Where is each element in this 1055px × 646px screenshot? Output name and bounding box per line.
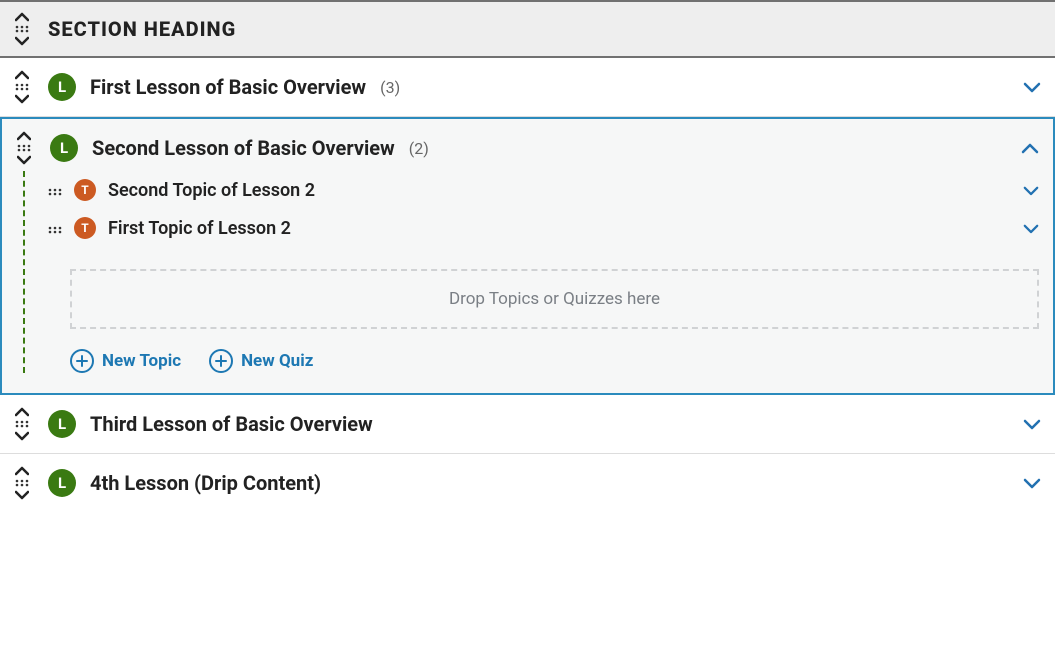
- drag-handle-icon[interactable]: [15, 479, 29, 487]
- lesson-row[interactable]: L 4th Lesson (Drip Content): [0, 454, 1055, 512]
- drag-handle-icon[interactable]: [15, 83, 29, 91]
- move-up-icon[interactable]: [15, 407, 29, 417]
- drag-handle-icon[interactable]: [48, 181, 62, 200]
- section-heading-row: SECTION HEADING: [0, 0, 1055, 58]
- lesson-row[interactable]: L First Lesson of Basic Overview (3): [0, 58, 1055, 117]
- reorder-controls: [12, 12, 32, 46]
- reorder-controls: [14, 131, 34, 165]
- topic-title: First Topic of Lesson 2: [108, 218, 1011, 239]
- lesson-count: (3): [380, 78, 400, 97]
- move-down-icon[interactable]: [15, 36, 29, 46]
- drag-handle-icon[interactable]: [48, 219, 62, 238]
- topic-title: Second Topic of Lesson 2: [108, 180, 1011, 201]
- lesson-badge-icon: L: [48, 73, 76, 101]
- dropzone[interactable]: Drop Topics or Quizzes here: [70, 269, 1039, 329]
- tree-spine: [14, 171, 34, 373]
- lesson-count: (2): [409, 139, 429, 158]
- chevron-down-icon[interactable]: [1023, 474, 1041, 493]
- section-title: SECTION HEADING: [48, 17, 236, 41]
- lesson-row[interactable]: L Third Lesson of Basic Overview: [0, 395, 1055, 454]
- lesson-title: Second Lesson of Basic Overview: [92, 136, 395, 160]
- new-topic-label: New Topic: [102, 351, 181, 371]
- lesson-title: Third Lesson of Basic Overview: [90, 412, 373, 436]
- move-down-icon[interactable]: [17, 155, 31, 165]
- chevron-down-icon[interactable]: [1023, 78, 1041, 97]
- lesson-badge-icon: L: [48, 469, 76, 497]
- reorder-controls: [12, 70, 32, 104]
- move-down-icon[interactable]: [15, 431, 29, 441]
- drag-handle-icon[interactable]: [17, 144, 31, 152]
- lesson-badge-icon: L: [48, 410, 76, 438]
- lesson-title: First Lesson of Basic Overview: [90, 75, 366, 99]
- move-up-icon[interactable]: [17, 131, 31, 141]
- drag-handle-icon[interactable]: [15, 420, 29, 428]
- reorder-controls: [12, 407, 32, 441]
- plus-circle-icon: [70, 349, 94, 373]
- new-quiz-button[interactable]: New Quiz: [209, 349, 313, 373]
- chevron-down-icon[interactable]: [1023, 219, 1039, 238]
- lesson-badge-icon: L: [50, 134, 78, 162]
- plus-circle-icon: [209, 349, 233, 373]
- drag-handle-icon[interactable]: [15, 25, 29, 33]
- chevron-down-icon[interactable]: [1023, 181, 1039, 200]
- topic-badge-icon: T: [74, 179, 96, 201]
- topic-badge-icon: T: [74, 217, 96, 239]
- lesson-title: 4th Lesson (Drip Content): [90, 471, 321, 495]
- move-up-icon[interactable]: [15, 12, 29, 22]
- new-topic-button[interactable]: New Topic: [70, 349, 181, 373]
- move-down-icon[interactable]: [15, 94, 29, 104]
- chevron-up-icon[interactable]: [1021, 139, 1039, 158]
- topic-row[interactable]: T Second Topic of Lesson 2: [40, 171, 1039, 209]
- move-down-icon[interactable]: [15, 490, 29, 500]
- reorder-controls: [12, 466, 32, 500]
- chevron-down-icon[interactable]: [1023, 415, 1041, 434]
- topic-row[interactable]: T First Topic of Lesson 2: [40, 209, 1039, 247]
- move-up-icon[interactable]: [15, 466, 29, 476]
- move-up-icon[interactable]: [15, 70, 29, 80]
- new-quiz-label: New Quiz: [241, 351, 313, 371]
- lesson-row-expanded: L Second Lesson of Basic Overview (2): [0, 117, 1055, 395]
- add-actions: New Topic New Quiz: [70, 349, 1039, 373]
